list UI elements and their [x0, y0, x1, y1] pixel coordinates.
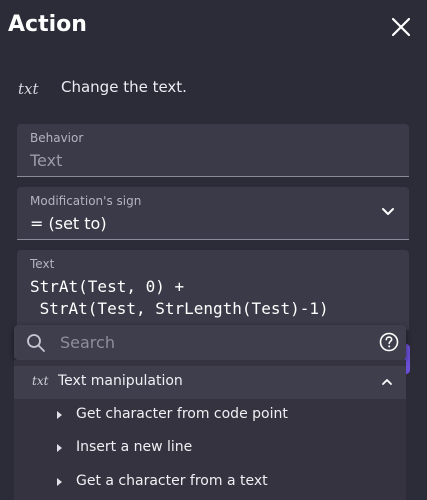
list-item-label: Get a character from a text: [76, 473, 268, 489]
chevron-up-icon[interactable]: [381, 378, 393, 386]
caret-right-icon: [57, 411, 62, 419]
behavior-value: Text: [30, 151, 63, 170]
search-input[interactable]: [60, 329, 360, 356]
close-icon[interactable]: [388, 14, 414, 40]
instruction-list: txt Text manipulation Get character from…: [14, 360, 406, 500]
text-field-label: Text: [30, 257, 55, 271]
list-item-label: Get character from code point: [76, 406, 288, 422]
expression-line-1: StrAt(Test, 0) +: [30, 277, 185, 296]
behavior-field[interactable]: Behavior Text: [17, 124, 409, 177]
dialog-header: Action: [0, 0, 427, 56]
modification-sign-label: Modification's sign: [30, 194, 142, 208]
list-item[interactable]: Insert a new line: [14, 432, 406, 465]
action-description-row: txt Change the text.: [0, 72, 427, 108]
text-category-icon: txt: [32, 374, 49, 388]
caret-right-icon: [57, 444, 62, 452]
action-description: Change the text.: [61, 78, 187, 96]
search-icon: [27, 334, 45, 352]
text-action-icon: txt: [18, 80, 39, 98]
search-bar: [14, 325, 406, 360]
list-item[interactable]: Get a character from a text: [14, 466, 406, 499]
dialog-title: Action: [8, 12, 87, 37]
modification-sign-select[interactable]: Modification's sign = (set to): [17, 187, 409, 240]
expression-line-2: StrAt(Test, StrLength(Test)-1): [30, 299, 329, 318]
caret-right-icon: [57, 478, 62, 486]
text-expression-editor[interactable]: StrAt(Test, 0) + StrAt(Test, StrLength(T…: [30, 276, 329, 320]
modification-sign-value: = (set to): [30, 214, 107, 233]
list-item-label: Insert a new line: [76, 439, 193, 455]
category-text-manipulation[interactable]: txt Text manipulation: [14, 366, 406, 399]
help-icon[interactable]: [379, 332, 399, 352]
category-label: Text manipulation: [58, 373, 183, 389]
chevron-down-icon[interactable]: [381, 207, 395, 217]
list-item[interactable]: Get character from code point: [14, 399, 406, 432]
text-expression-field[interactable]: Text StrAt(Test, 0) + StrAt(Test, StrLen…: [17, 250, 409, 330]
behavior-label: Behavior: [30, 131, 84, 145]
